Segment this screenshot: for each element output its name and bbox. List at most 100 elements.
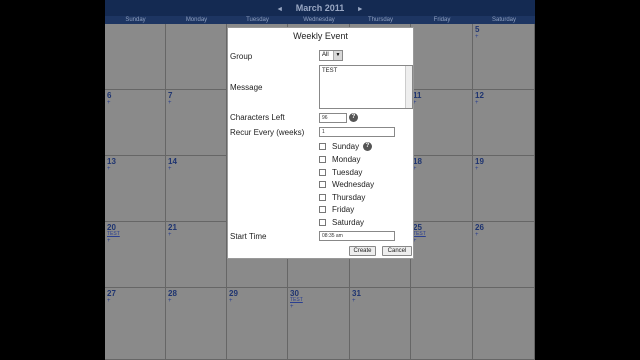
day-number: 29 xyxy=(229,289,238,298)
event-link[interactable]: TEST xyxy=(107,231,120,237)
day-cell-26[interactable]: 26 + xyxy=(473,222,535,288)
checkbox-label-thursday: Thursday xyxy=(332,193,366,202)
day-number: 14 xyxy=(168,157,177,166)
message-textarea[interactable]: TEST xyxy=(319,65,413,109)
checkbox-label-monday: Monday xyxy=(332,155,361,164)
day-cell-12[interactable]: 12 + xyxy=(473,90,535,156)
add-event-link[interactable]: + xyxy=(290,304,294,310)
weekday-thursday: Thursday xyxy=(367,17,393,23)
add-event-link[interactable]: + xyxy=(168,232,172,238)
checkbox-saturday[interactable] xyxy=(319,219,326,226)
day-number: 26 xyxy=(475,223,484,232)
group-select[interactable]: All ▼ xyxy=(319,50,343,61)
day-cell-7[interactable]: 7 + xyxy=(166,90,227,156)
weekday-monday: Monday xyxy=(185,17,208,23)
day-cell-13[interactable]: 13 + xyxy=(105,156,166,222)
next-month-button[interactable]: ► xyxy=(357,6,364,13)
recur-every-label: Recur Every (weeks) xyxy=(230,128,305,137)
chevron-down-icon: ▼ xyxy=(333,51,342,60)
message-text: TEST xyxy=(322,68,338,74)
day-number: 5 xyxy=(475,25,480,34)
dialog-title: Weekly Event xyxy=(293,31,348,41)
day-cell[interactable] xyxy=(411,288,473,360)
add-event-link[interactable]: + xyxy=(475,34,479,40)
weekday-tuesday: Tuesday xyxy=(246,17,269,23)
help-icon[interactable]: ? xyxy=(349,113,358,122)
start-time-label: Start Time xyxy=(230,232,267,241)
add-event-link[interactable]: + xyxy=(107,100,111,106)
add-event-link[interactable]: + xyxy=(352,298,356,304)
day-cell-28[interactable]: 28 + xyxy=(166,288,227,360)
checkbox-thursday[interactable] xyxy=(319,194,326,201)
day-cell-18[interactable]: 18 + xyxy=(411,156,473,222)
day-cell-29[interactable]: 29 + xyxy=(227,288,288,360)
day-cell[interactable] xyxy=(166,24,227,90)
day-cell-19[interactable]: 19 + xyxy=(473,156,535,222)
add-event-link[interactable]: + xyxy=(229,298,233,304)
day-cell-25[interactable]: 25 TEST + xyxy=(411,222,473,288)
day-number: 18 xyxy=(413,157,422,166)
day-cell-5[interactable]: 5 + xyxy=(473,24,535,90)
weekday-header-row: Sunday Monday Tuesday Wednesday Thursday… xyxy=(105,16,535,24)
help-icon[interactable]: ? xyxy=(363,142,372,151)
add-event-link[interactable]: + xyxy=(475,232,479,238)
checkbox-label-friday: Friday xyxy=(332,205,355,214)
add-event-link[interactable]: + xyxy=(475,100,479,106)
prev-month-button[interactable]: ◄ xyxy=(276,6,283,13)
checkbox-wednesday[interactable] xyxy=(319,181,326,188)
day-number: 12 xyxy=(475,91,484,100)
day-cell[interactable] xyxy=(411,24,473,90)
checkbox-friday[interactable] xyxy=(319,206,326,213)
weekday-wednesday: Wednesday xyxy=(303,17,335,23)
day-number: 11 xyxy=(413,91,422,100)
day-cell-14[interactable]: 14 + xyxy=(166,156,227,222)
cancel-button[interactable]: Cancel xyxy=(382,246,412,256)
day-cell-30[interactable]: 30 TEST + xyxy=(288,288,350,360)
add-event-link[interactable]: + xyxy=(107,166,111,172)
group-select-value: All xyxy=(322,52,329,58)
start-time-input[interactable]: 08:35 am xyxy=(319,231,395,241)
message-label: Message xyxy=(230,83,263,92)
add-event-link[interactable]: + xyxy=(107,298,111,304)
event-link[interactable]: TEST xyxy=(413,231,426,237)
day-cell-20[interactable]: 20 TEST + xyxy=(105,222,166,288)
day-number: 31 xyxy=(352,289,361,298)
add-event-link[interactable]: + xyxy=(107,238,111,244)
add-event-link[interactable]: + xyxy=(168,298,172,304)
day-number: 21 xyxy=(168,223,177,232)
day-cell-31[interactable]: 31 + xyxy=(350,288,411,360)
weekday-sunday: Sunday xyxy=(125,17,146,23)
day-cell-11[interactable]: 11 + xyxy=(411,90,473,156)
event-link[interactable]: TEST xyxy=(290,297,303,303)
checkbox-label-sunday: Sunday xyxy=(332,142,360,151)
checkbox-label-tuesday: Tuesday xyxy=(332,168,363,177)
characters-left-label: Characters Left xyxy=(230,113,285,122)
day-number: 13 xyxy=(107,157,116,166)
create-button[interactable]: Create xyxy=(349,246,376,256)
checkbox-label-wednesday: Wednesday xyxy=(332,180,375,189)
day-number: 19 xyxy=(475,157,484,166)
day-cell-21[interactable]: 21 + xyxy=(166,222,227,288)
message-scrollbar[interactable] xyxy=(405,66,412,108)
checkbox-tuesday[interactable] xyxy=(319,169,326,176)
month-title: March 2011 xyxy=(295,3,345,13)
group-label: Group xyxy=(230,52,253,61)
day-cell-27[interactable]: 27 + xyxy=(105,288,166,360)
checkbox-sunday[interactable] xyxy=(319,143,326,150)
day-cell-6[interactable]: 6 + xyxy=(105,90,166,156)
characters-left-field: 96 xyxy=(319,113,347,123)
checkbox-label-saturday: Saturday xyxy=(332,218,365,227)
day-number: 7 xyxy=(168,91,173,100)
day-cell[interactable] xyxy=(105,24,166,90)
day-number: 6 xyxy=(107,91,112,100)
recur-weeks-input[interactable]: 1 xyxy=(319,127,395,137)
day-cell[interactable] xyxy=(473,288,535,360)
add-event-link[interactable]: + xyxy=(168,166,172,172)
add-event-link[interactable]: + xyxy=(168,100,172,106)
day-number: 27 xyxy=(107,289,116,298)
add-event-link[interactable]: + xyxy=(475,166,479,172)
weekly-event-dialog: Weekly Event Group All ▼ Message TEST Ch… xyxy=(227,27,414,259)
checkbox-monday[interactable] xyxy=(319,156,326,163)
calendar-header: ◄ March 2011 ► xyxy=(105,0,535,16)
weekday-saturday: Saturday xyxy=(491,17,516,23)
